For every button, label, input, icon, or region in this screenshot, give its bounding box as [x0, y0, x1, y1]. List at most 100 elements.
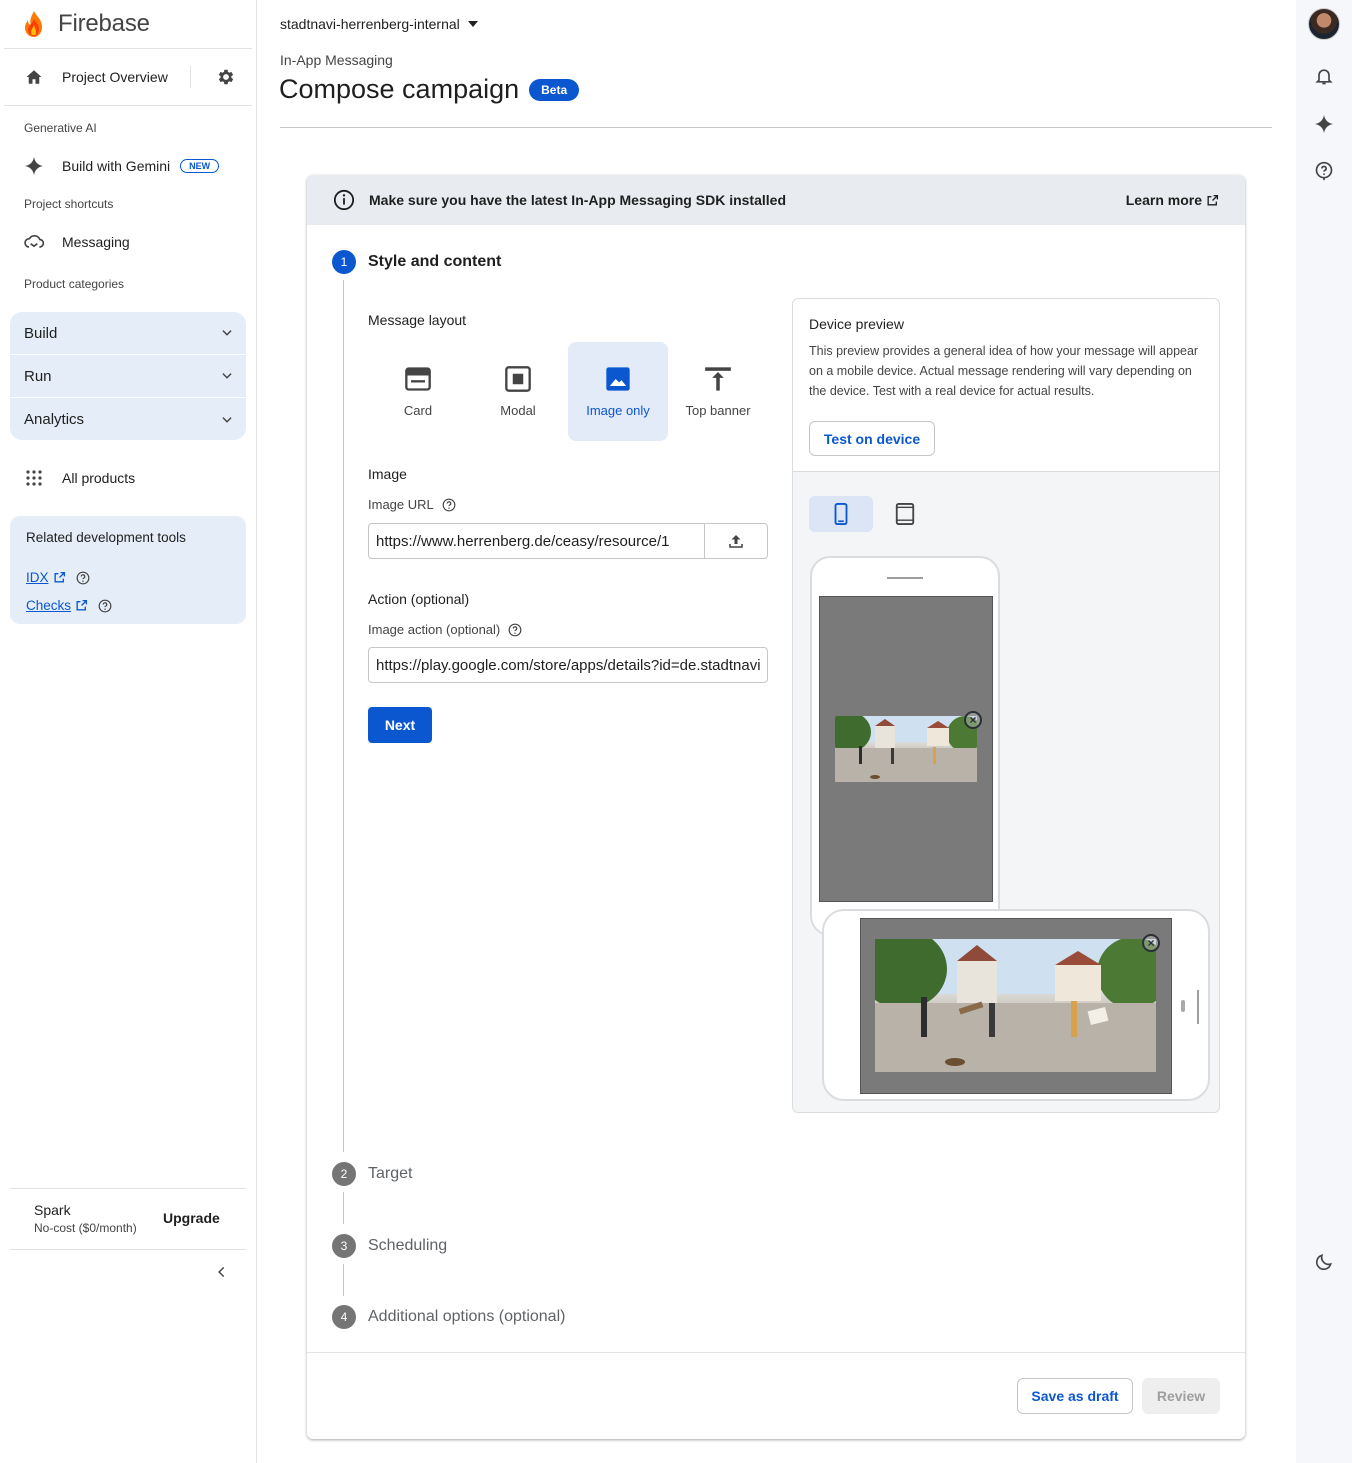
help-circle-icon[interactable] [442, 498, 456, 512]
idx-label: IDX [26, 570, 49, 585]
category-label: Build [24, 324, 58, 342]
checks-link[interactable]: Checks [26, 598, 112, 613]
checks-label: Checks [26, 598, 72, 613]
info-icon [333, 189, 355, 211]
divider [280, 127, 1272, 128]
review-button[interactable]: Review [1142, 1378, 1220, 1414]
page-title-text: Compose campaign [279, 74, 520, 104]
related-tools-title: Related development tools [26, 530, 186, 545]
layout-option-image-only[interactable]: Image only [568, 342, 668, 441]
phone-camera [1181, 1000, 1185, 1012]
layout-label: Top banner [685, 403, 751, 418]
divider [10, 1249, 246, 1250]
layout-option-top-banner[interactable]: Top banner [668, 342, 768, 441]
landscape-phone-mockup: × [822, 909, 1210, 1101]
dark-mode-moon-icon[interactable] [1312, 1250, 1336, 1274]
image-icon [606, 367, 630, 391]
device-preview-title: Device preview [809, 316, 904, 332]
image-action-label: Image action (optional) [368, 622, 522, 637]
top-banner-icon [705, 367, 731, 391]
collapse-sidebar-chevron-left-icon[interactable] [212, 1262, 232, 1282]
upgrade-button[interactable]: Upgrade [163, 1210, 220, 1226]
phone-screen: × [860, 918, 1172, 1094]
external-link-icon [54, 571, 65, 583]
step-number: 4 [332, 1305, 356, 1329]
category-run[interactable]: Run [10, 355, 246, 398]
breadcrumb[interactable]: In-App Messaging [280, 52, 393, 68]
divider [190, 66, 191, 88]
image-action-label-text: Image action (optional) [368, 622, 501, 637]
page-title: Compose campaign Beta [279, 74, 580, 105]
phone-icon [834, 503, 848, 525]
layout-option-card[interactable]: Card [368, 342, 468, 441]
next-button[interactable]: Next [368, 707, 432, 743]
learn-more-link[interactable]: Learn more [1126, 192, 1219, 208]
project-selector[interactable]: stadtnavi-herrenberg-internal [280, 16, 478, 32]
project-name: stadtnavi-herrenberg-internal [280, 16, 460, 32]
beta-badge: Beta [529, 78, 580, 101]
card-icon [405, 367, 431, 391]
help-circle-icon[interactable] [508, 623, 522, 637]
project-overview-link[interactable]: Project Overview [24, 67, 168, 87]
sidebar-item-messaging[interactable]: Messaging [24, 232, 130, 252]
sdk-info-banner: Make sure you have the latest In-App Mes… [307, 175, 1245, 225]
phone-screen: × [819, 596, 993, 902]
help-icon[interactable] [1312, 159, 1336, 183]
compose-campaign-card: Make sure you have the latest In-App Mes… [307, 175, 1245, 1439]
tablet-toggle[interactable] [873, 496, 937, 532]
notifications-bell-icon[interactable] [1312, 64, 1336, 88]
step-title-style-content[interactable]: Style and content [368, 253, 501, 271]
generative-ai-label: Generative AI [24, 121, 97, 135]
brand[interactable]: Firebase [22, 10, 150, 38]
category-analytics[interactable]: Analytics [10, 398, 246, 440]
plan-description: No-cost ($0/month) [34, 1221, 137, 1235]
image-action-input[interactable]: https://play.google.com/store/apps/detai… [368, 647, 768, 683]
build-with-gemini-label: Build with Gemini [62, 158, 171, 174]
upload-button[interactable] [704, 523, 768, 559]
all-products-link[interactable]: All products [24, 468, 135, 488]
settings-gear-icon[interactable] [215, 66, 237, 88]
image-url-input[interactable]: https://www.herrenberg.de/ceasy/resource… [368, 523, 705, 559]
divider [307, 1352, 1245, 1353]
category-build[interactable]: Build [10, 312, 246, 355]
step-number: 3 [332, 1234, 356, 1258]
message-image-preview [835, 716, 977, 782]
step-title-scheduling[interactable]: Scheduling [368, 1237, 447, 1255]
chevron-down-icon [222, 416, 232, 423]
build-with-gemini-link[interactable]: Build with Gemini NEW [24, 156, 220, 176]
step-connector [343, 280, 344, 1152]
message-image-preview [875, 939, 1156, 1072]
project-overview-label: Project Overview [62, 69, 168, 85]
close-icon[interactable]: × [1142, 934, 1160, 952]
save-as-draft-button[interactable]: Save as draft [1017, 1378, 1133, 1414]
billing-plan: Spark No-cost ($0/month) [34, 1202, 137, 1235]
product-categories: Build Run Analytics [10, 312, 246, 440]
external-link-icon [76, 599, 88, 611]
sidebar: Firebase Project Overview Generative AI … [0, 0, 257, 1463]
step-title-additional-options[interactable]: Additional options (optional) [368, 1308, 565, 1326]
right-rail [1296, 0, 1352, 1463]
layout-label: Card [403, 403, 433, 418]
messaging-cloud-icon [24, 232, 44, 252]
idx-link[interactable]: IDX [26, 570, 90, 585]
help-circle-icon[interactable] [98, 599, 112, 613]
step-number: 2 [332, 1162, 356, 1186]
step-title-target[interactable]: Target [368, 1165, 412, 1183]
apps-grid-icon [24, 468, 44, 488]
action-section-label: Action (optional) [368, 591, 470, 607]
avatar[interactable] [1308, 8, 1340, 40]
device-preview-panel: Device preview This preview provides a g… [792, 298, 1220, 1113]
help-circle-icon[interactable] [76, 571, 90, 585]
test-on-device-button[interactable]: Test on device [809, 421, 935, 456]
close-icon[interactable]: × [964, 711, 982, 729]
chevron-down-icon [222, 373, 232, 379]
external-link-icon [1207, 194, 1219, 206]
banner-text: Make sure you have the latest In-App Mes… [369, 192, 786, 208]
phone-toggle[interactable] [809, 496, 873, 532]
layout-option-modal[interactable]: Modal [468, 342, 568, 441]
phone-speaker [887, 577, 923, 579]
step-connector [343, 1192, 344, 1224]
category-label: Run [24, 367, 52, 385]
gemini-sparkle-icon[interactable] [1312, 112, 1336, 136]
phone-home-bar [1197, 990, 1199, 1024]
